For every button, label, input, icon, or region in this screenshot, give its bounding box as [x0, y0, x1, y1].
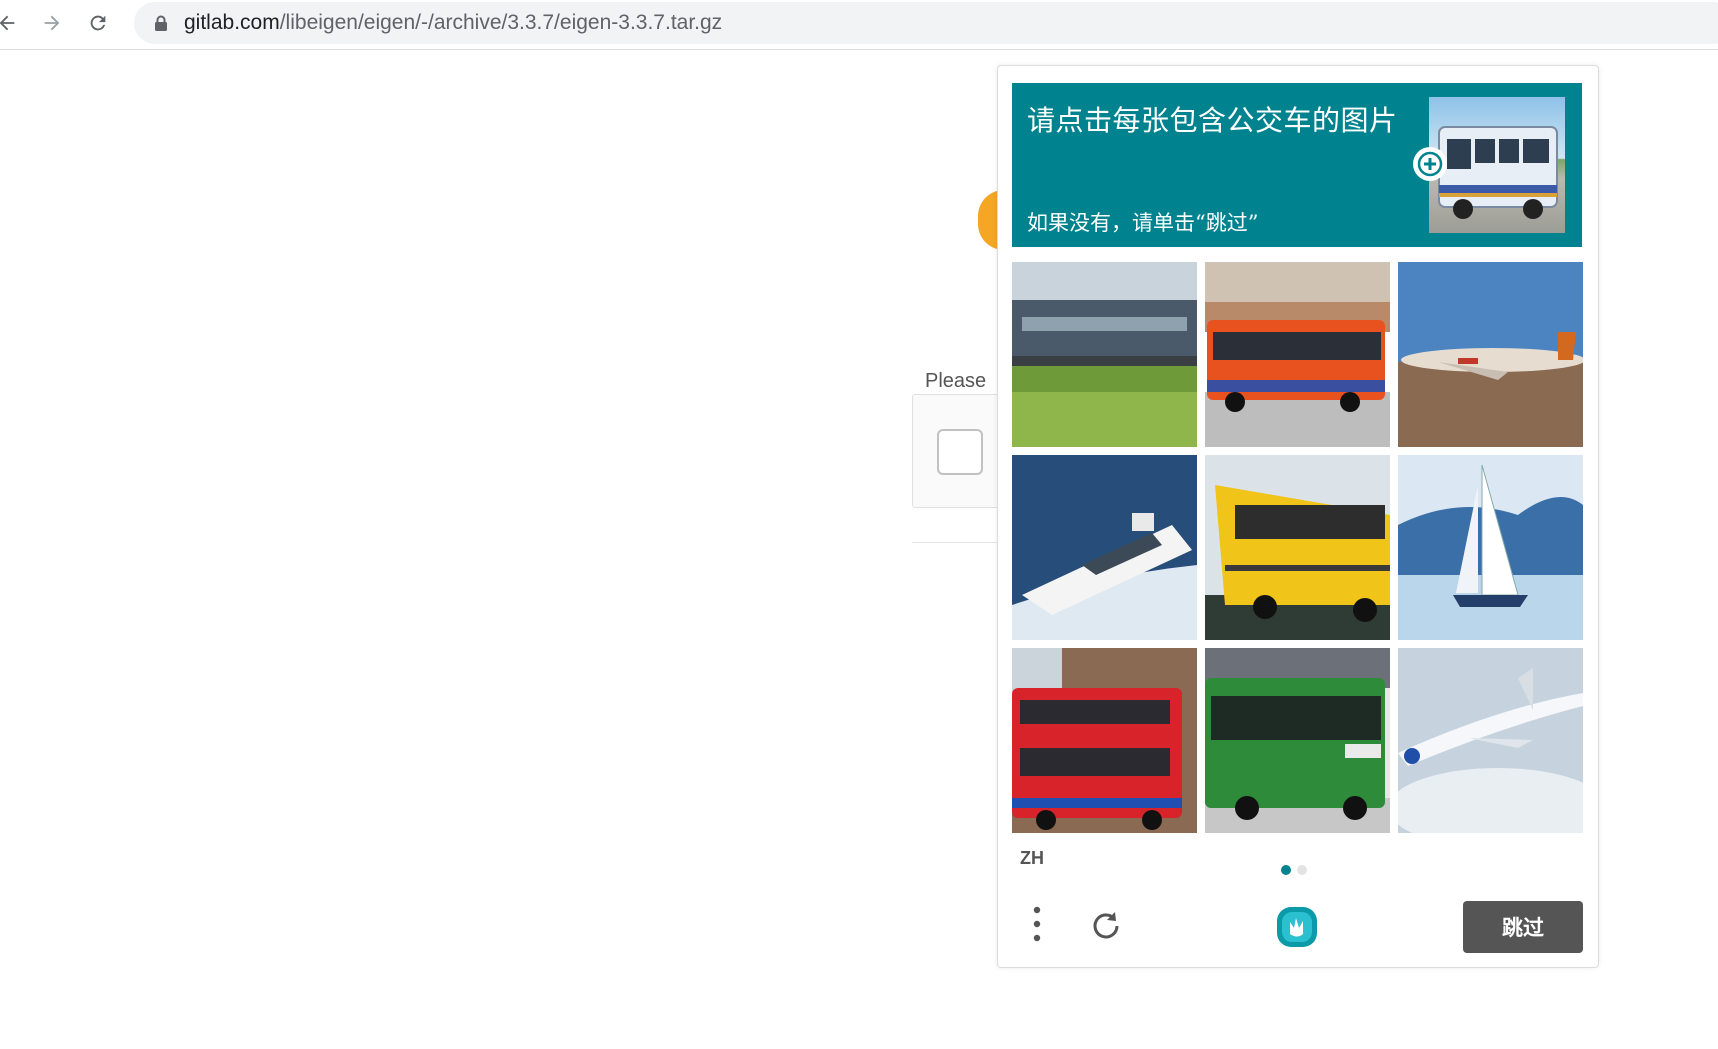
image-tile-3[interactable] [1398, 262, 1583, 447]
sailboat-image [1398, 455, 1583, 640]
skip-button[interactable]: 跳过 [1463, 901, 1583, 953]
page-indicator [1281, 865, 1307, 875]
example-image [1429, 97, 1565, 233]
menu-button[interactable] [1022, 902, 1052, 946]
vertical-dots-icon [1033, 906, 1041, 942]
train-image [1012, 262, 1197, 447]
page-prompt-text: Please [925, 370, 987, 392]
image-tile-1[interactable] [1012, 262, 1197, 447]
back-arrow-icon [0, 15, 15, 31]
browser-toolbar: gitlab.com/libeigen/eigen/-/archive/3.3.… [0, 0, 1718, 50]
reload-icon [90, 15, 106, 31]
challenge-subtitle: 如果没有，请单击“跳过” [1027, 211, 1259, 235]
reload-button[interactable] [81, 6, 115, 40]
image-tile-6[interactable] [1398, 455, 1583, 640]
add-example-icon [1413, 147, 1447, 181]
bus-image [1205, 262, 1390, 447]
image-tile-4[interactable] [1012, 455, 1197, 640]
challenge-title: 请点击每张包含公交车的图片 [1027, 104, 1398, 137]
challenge-prompt: 请点击每张包含公交车的图片 如果没有，请单击“跳过” [1012, 83, 1582, 247]
back-button[interactable] [0, 6, 24, 40]
hcaptcha-logo-icon[interactable] [1272, 902, 1322, 952]
url-path: /libeigen/eigen/-/archive/3.3.7/eigen-3.… [279, 11, 723, 34]
refresh-challenge-button[interactable] [1086, 906, 1126, 946]
boat-image [1012, 455, 1197, 640]
forward-button[interactable] [35, 6, 69, 40]
airplane-image [1398, 262, 1583, 447]
captcha-challenge-popup: 请点击每张包含公交车的图片 如果没有，请单击“跳过” ZH 跳过 [997, 65, 1599, 968]
lock-icon [154, 15, 168, 31]
bus-image [1012, 648, 1197, 833]
refresh-icon [1093, 912, 1119, 939]
bus-image [1205, 455, 1390, 640]
airplane-image [1398, 648, 1583, 833]
bus-image [1205, 648, 1390, 833]
url-text[interactable]: gitlab.com/libeigen/eigen/-/archive/3.3.… [184, 11, 722, 35]
image-tile-7[interactable] [1012, 648, 1197, 833]
captcha-checkbox[interactable] [937, 429, 983, 475]
url-host: gitlab.com [184, 11, 280, 34]
image-tile-8[interactable] [1205, 648, 1390, 833]
image-tile-9[interactable] [1398, 648, 1583, 833]
page-dot-active [1281, 865, 1291, 875]
language-label[interactable]: ZH [1020, 848, 1044, 869]
image-tile-5[interactable] [1205, 455, 1390, 640]
forward-arrow-icon [44, 15, 60, 31]
address-bar[interactable]: gitlab.com/libeigen/eigen/-/archive/3.3.… [134, 2, 1718, 44]
image-grid [1012, 262, 1583, 834]
image-tile-2[interactable] [1205, 262, 1390, 447]
page-dot [1297, 865, 1307, 875]
